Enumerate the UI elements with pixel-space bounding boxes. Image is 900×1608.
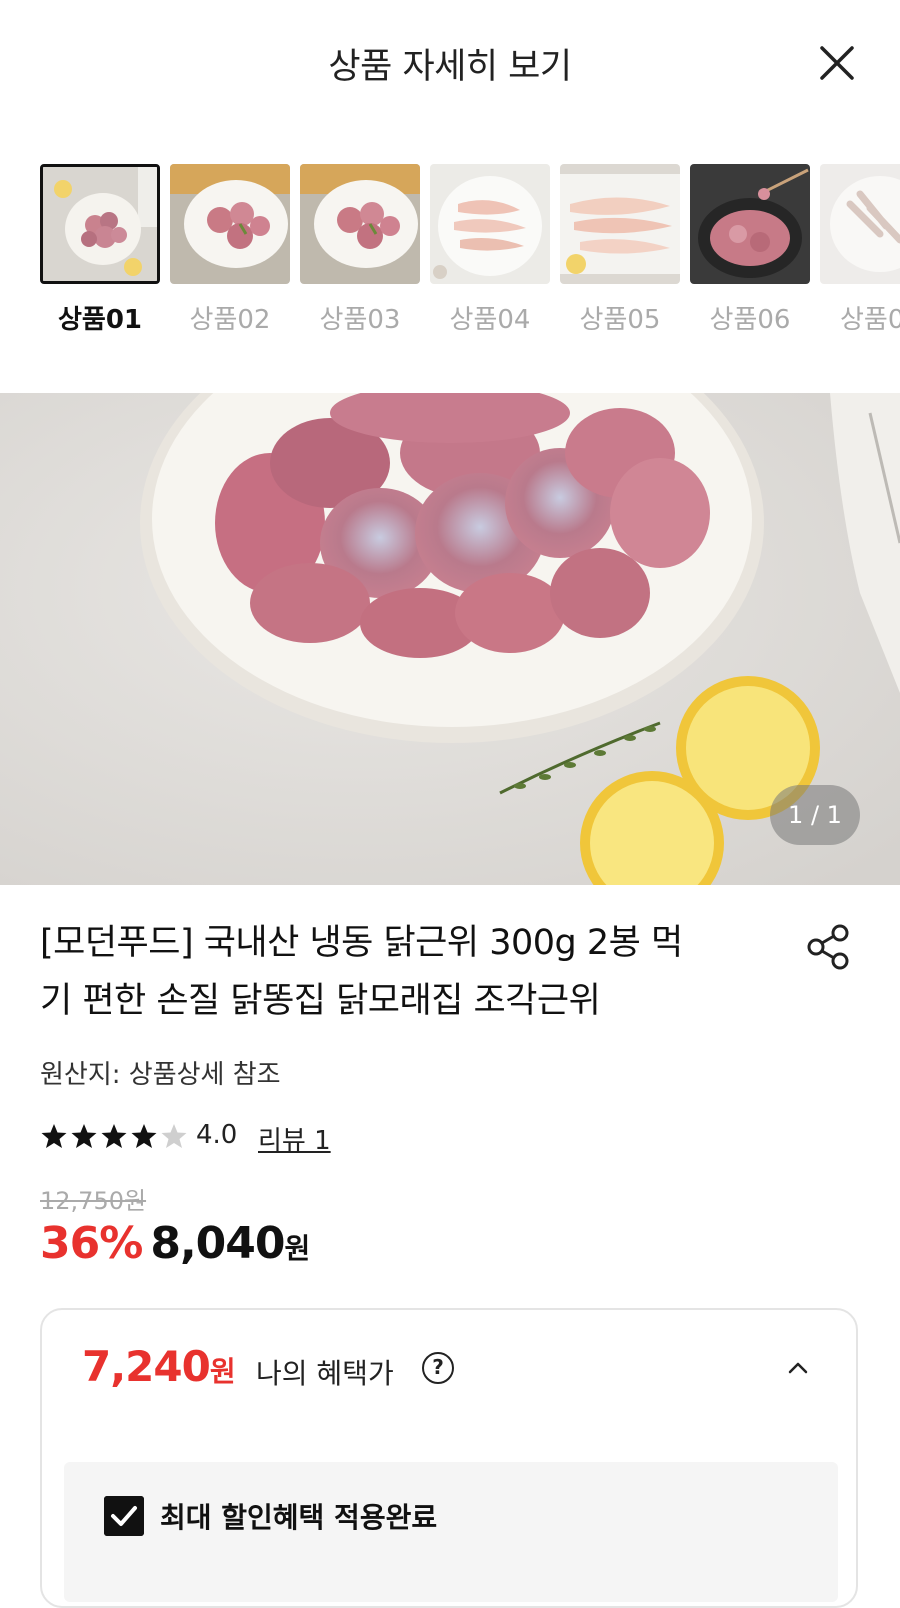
page-title: 상품 자세히 보기 bbox=[328, 47, 572, 87]
sale-price: 8,040 bbox=[150, 1218, 285, 1269]
benefit-price-value: 7,240 bbox=[82, 1342, 211, 1391]
price-row: 36% 8,040원 bbox=[40, 1218, 310, 1278]
thumbnail-label: 상품01 bbox=[57, 305, 143, 335]
product-title: [모던푸드] 국내산 냉동 닭근위 300g 2봉 먹 기 편한 손질 닭똥집 … bbox=[40, 914, 780, 1030]
benefit-panel: 7,240원 나의 혜택가 ? 최대 할인혜택 적용완료 bbox=[40, 1308, 858, 1608]
discount-rate: 36% bbox=[40, 1218, 143, 1269]
help-icon[interactable]: ? bbox=[422, 1352, 454, 1384]
share-icon[interactable] bbox=[804, 922, 854, 972]
max-discount-label: 최대 할인혜택 적용완료 bbox=[160, 1501, 438, 1534]
thumbnail-label: 상품05 bbox=[579, 305, 661, 335]
origin-info: 원산지: 상품상세 참조 bbox=[40, 1060, 281, 1090]
thumbnail-image[interactable] bbox=[430, 164, 550, 284]
benefit-label: 나의 혜택가 bbox=[256, 1357, 394, 1390]
product-hero-image[interactable] bbox=[0, 393, 900, 885]
thumbnail-strip[interactable]: 상품01 상품02 상품03 상품04 상품05 상품06 상품0 bbox=[0, 164, 900, 344]
benefit-detail: 최대 할인혜택 적용완료 bbox=[64, 1462, 838, 1602]
benefit-price: 7,240원 bbox=[82, 1342, 236, 1391]
thumbnail-image[interactable] bbox=[560, 164, 680, 284]
thumbnail-image[interactable] bbox=[40, 164, 160, 284]
checkbox-checked-icon[interactable] bbox=[104, 1496, 144, 1536]
header: 상품 자세히 보기 bbox=[0, 0, 900, 125]
rating-value: 4.0 bbox=[196, 1120, 238, 1150]
thumbnail-label: 상품07 bbox=[840, 305, 900, 335]
currency-label: 원 bbox=[284, 1232, 311, 1265]
product-title-line: 기 편한 손질 닭똥집 닭모래집 조각근위 bbox=[40, 981, 601, 1021]
thumbnail-label: 상품03 bbox=[319, 305, 401, 335]
chevron-up-icon[interactable] bbox=[786, 1358, 810, 1378]
original-price: 12,750원 bbox=[40, 1187, 147, 1215]
thumbnail-label: 상품06 bbox=[709, 305, 791, 335]
image-pager: 1 / 1 bbox=[770, 785, 860, 845]
thumbnail-image[interactable] bbox=[820, 164, 900, 284]
review-link[interactable]: 리뷰 1 bbox=[258, 1120, 331, 1157]
thumbnail-label: 상품02 bbox=[189, 305, 271, 335]
product-title-line: [모던푸드] 국내산 냉동 닭근위 300g 2봉 먹 bbox=[40, 923, 683, 963]
thumbnail-image[interactable] bbox=[170, 164, 290, 284]
thumbnail-image[interactable] bbox=[300, 164, 420, 284]
thumbnail-image[interactable] bbox=[690, 164, 810, 284]
benefit-currency: 원 bbox=[209, 1355, 236, 1388]
benefit-panel-toggle[interactable]: 7,240원 나의 혜택가 ? bbox=[42, 1310, 856, 1428]
star-rating-icon bbox=[41, 1124, 187, 1148]
close-icon[interactable] bbox=[814, 40, 860, 86]
thumbnail-label: 상품04 bbox=[449, 305, 531, 335]
